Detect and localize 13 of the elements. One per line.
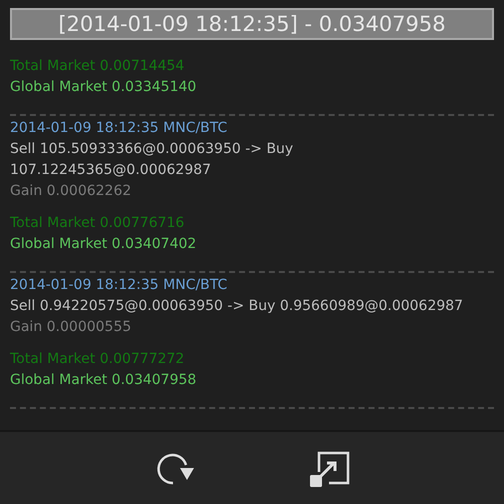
trade-title: 2014-01-09 18:12:35 MNC/BTC xyxy=(10,119,228,138)
global-market-text: Global Market 0.03407958 xyxy=(10,371,198,390)
trade-order: Sell 0.94220575@0.00063950 -> Buy 0.95660989@0.00062987 xyxy=(10,297,464,316)
gain-text: Gain 0.00062262 xyxy=(10,182,132,201)
gain-text: Gain 0.00000555 xyxy=(10,318,132,337)
total-market-text: Total Market 0.00777272 xyxy=(10,350,186,369)
total-market-text: Total Market 0.00776716 xyxy=(10,214,186,233)
total-market-text: Total Market 0.00714454 xyxy=(10,57,186,76)
header-bar: [2014-01-09 18:12:35] - 0.03407958 xyxy=(10,8,494,40)
global-market-text: Global Market 0.03407402 xyxy=(10,235,198,254)
global-market-text: Global Market 0.03345140 xyxy=(10,78,198,97)
trade-title: 2014-01-09 18:12:35 MNC/BTC xyxy=(10,276,228,295)
trade-order: Sell 105.50933366@0.00063950 -> Buy 107.12245365@0.00062987 xyxy=(10,140,294,180)
